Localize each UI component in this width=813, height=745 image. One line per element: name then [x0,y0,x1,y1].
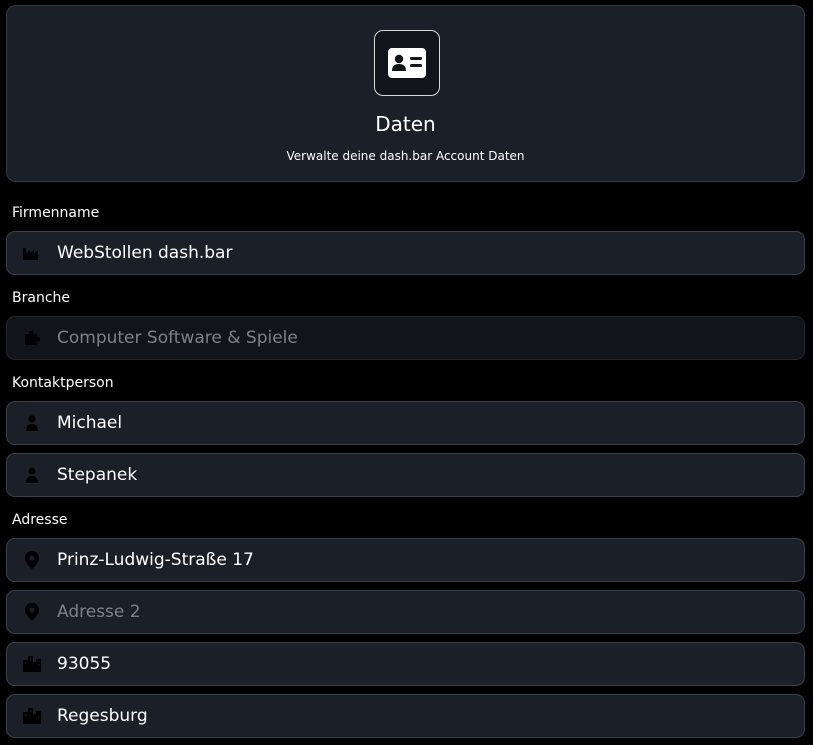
person-icon [7,467,57,483]
industry-label: Branche [12,290,70,306]
city-icon [7,708,57,724]
industry-input[interactable] [57,317,804,359]
company-field[interactable] [6,231,805,275]
city-input[interactable] [57,695,804,737]
account-data-header: Daten Verwalte deine dash.bar Account Da… [6,5,805,182]
id-card-icon [374,30,440,96]
page-title: Daten [375,112,436,136]
address2-input[interactable] [57,591,804,633]
first-name-input[interactable] [57,402,804,444]
city-icon [7,656,57,672]
map-pin-icon [7,603,57,621]
zip-input[interactable] [57,643,804,685]
first-name-field[interactable] [6,401,805,445]
puzzle-icon [7,329,57,347]
company-label: Firmenname [12,205,100,221]
company-input[interactable] [57,232,804,274]
address-label: Adresse [12,512,68,528]
zip-field[interactable] [6,642,805,686]
industry-field[interactable] [6,316,805,360]
page-subtitle: Verwalte deine dash.bar Account Daten [286,149,525,163]
address1-field[interactable] [6,538,805,582]
city-field[interactable] [6,694,805,738]
address1-input[interactable] [57,539,804,581]
contact-label: Kontaktperson [12,375,114,391]
last-name-input[interactable] [57,454,804,496]
last-name-field[interactable] [6,453,805,497]
person-icon [7,415,57,431]
map-pin-icon [7,551,57,569]
factory-icon [7,246,57,260]
address2-field[interactable] [6,590,805,634]
